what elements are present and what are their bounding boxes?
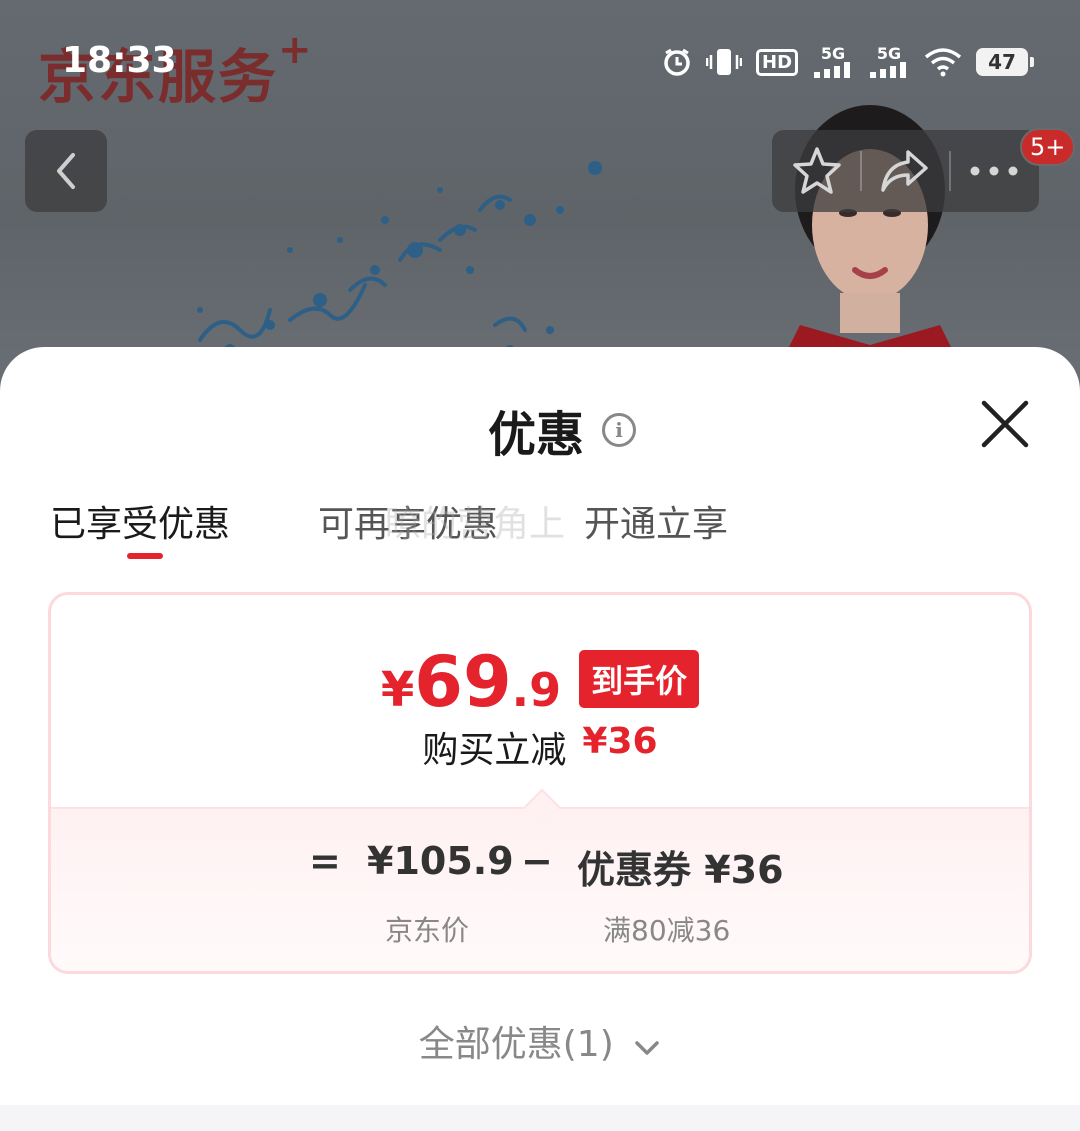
chevron-down-icon: [633, 1026, 661, 1067]
hd-icon: HD: [756, 48, 799, 76]
formula-equals: =: [309, 839, 341, 883]
tab-activate[interactable]: 开通立享: [584, 495, 728, 547]
close-icon: [981, 400, 1029, 448]
sim2-label: 5G: [876, 44, 902, 63]
signal-sim1: 5G: [812, 46, 854, 78]
signal-sim2: 5G: [868, 46, 910, 78]
close-button[interactable]: [978, 397, 1032, 451]
sheet-header: 优惠 i: [0, 395, 1080, 465]
all-offers-label: 全部优惠(1): [418, 1024, 614, 1065]
star-icon: [793, 147, 841, 194]
price-breakdown-card: ¥ 69 .9 到手价 购买立减 ¥36 = ¥105.9 − 优惠券 ¥36 …: [48, 592, 1032, 974]
share-button[interactable]: [878, 144, 932, 198]
all-offers-toggle[interactable]: 全部优惠(1): [0, 1015, 1080, 1067]
sim1-label: 5G: [820, 44, 846, 63]
vibrate-icon: [706, 47, 742, 77]
discount-sheet: 优惠 i 已享受优惠 可再享优惠 开通立享 瞭的营角上 ¥ 69 .9 到手价 …: [0, 347, 1080, 1131]
price-formula-section: = ¥105.9 − 优惠券 ¥36 京东价 满80减36: [51, 807, 1029, 971]
final-price-section: ¥ 69 .9 到手价 购买立减 ¥36: [51, 595, 1029, 807]
active-tab-indicator: [127, 553, 163, 559]
info-icon[interactable]: i: [602, 413, 636, 447]
sheet-title: 优惠: [487, 407, 584, 463]
water-splash-graphic: [197, 161, 602, 356]
sheet-bottom-strip: [0, 1105, 1080, 1131]
final-price: ¥ 69 .9: [381, 647, 561, 718]
wifi-icon: [924, 47, 962, 77]
final-price-row: ¥ 69 .9 到手价: [51, 647, 1029, 718]
final-price-tag: 到手价: [579, 650, 700, 708]
battery-icon: 47: [976, 48, 1035, 76]
share-icon: [881, 150, 929, 192]
top-action-bar: [772, 130, 1039, 212]
savings-label: 购买立减: [422, 730, 567, 771]
final-price-currency: ¥: [380, 662, 415, 718]
jd-price-value: ¥105.9: [367, 839, 514, 883]
back-button[interactable]: [25, 130, 107, 212]
jd-price-label: 京东价: [385, 914, 470, 947]
overlay-ghost-text: 瞭的营角上: [385, 504, 566, 545]
savings-row: 购买立减 ¥36: [51, 721, 1029, 773]
back-arrow-icon: [57, 153, 75, 189]
alarm-icon: [662, 47, 692, 77]
tab-enjoyed[interactable]: 已享受优惠: [50, 495, 230, 547]
message-badge: 5+: [1020, 128, 1076, 166]
final-price-decimal: .9: [511, 663, 562, 717]
divider: [860, 151, 863, 191]
more-icon: [970, 166, 1018, 176]
formula-minus: −: [521, 839, 553, 883]
coupon-value: 优惠券 ¥36: [577, 848, 784, 892]
more-button[interactable]: [967, 161, 1021, 181]
status-icons: HD 5G 5G 47: [662, 40, 1035, 84]
savings-amount: ¥36: [582, 721, 658, 762]
coupon-condition: 满80减36: [603, 914, 731, 947]
favorite-button[interactable]: [790, 144, 844, 198]
brand-plus: +: [278, 26, 314, 73]
status-time: 18:33: [62, 40, 177, 81]
divider: [948, 151, 951, 191]
final-price-integer: 69: [414, 641, 512, 723]
